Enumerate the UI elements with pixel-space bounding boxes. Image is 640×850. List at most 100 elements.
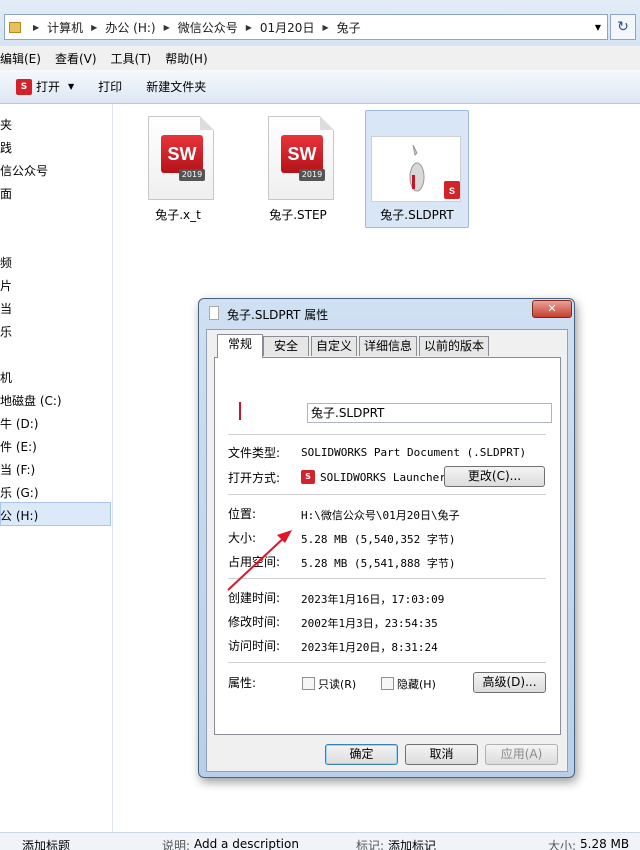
modified-label: 修改时间:: [228, 615, 281, 629]
solidworks-icon: S: [16, 78, 32, 95]
navigation-pane: 夹 践 信公众号 面 频 片 当 乐 机 地磁盘 (C:) 牛 (D:) 件 (…: [0, 104, 113, 832]
divider: [228, 434, 546, 435]
nav-item[interactable]: 频: [0, 254, 12, 271]
location-label: 位置:: [228, 507, 257, 521]
divider: [228, 494, 546, 495]
nav-item[interactable]: 当: [0, 300, 12, 317]
document-icon: SW 2019: [148, 116, 214, 200]
annotation-arrow-icon: [227, 530, 292, 591]
open-with-value: SOLIDWORKS Launcher: [320, 471, 446, 484]
breadcrumb-computer[interactable]: 计算机: [47, 19, 83, 36]
solidworks-logo: SW: [161, 135, 203, 173]
accessed-label: 访问时间:: [228, 639, 281, 653]
attributes-label: 属性:: [228, 676, 257, 690]
file-name: 兔子.SLDPRT: [380, 208, 454, 222]
nav-item[interactable]: 片: [0, 277, 12, 294]
breadcrumb-chevron-icon[interactable]: ▶: [91, 23, 97, 32]
nav-item-drive-c[interactable]: 地磁盘 (C:): [0, 392, 62, 409]
solidworks-icon: S: [301, 470, 315, 484]
readonly-checkbox[interactable]: [302, 677, 315, 690]
file-thumbnail-icon: [239, 402, 245, 420]
address-bar[interactable]: ▶ 计算机 ▶ 办公 (H:) ▶ 微信公众号 ▶ 01月20日 ▶ 兔子 ▼: [4, 14, 608, 40]
tab-custom[interactable]: 自定义: [311, 336, 357, 356]
breadcrumb-wechat[interactable]: 微信公众号: [178, 19, 238, 36]
document-icon: SW 2019: [268, 116, 334, 200]
close-button[interactable]: ✕: [532, 300, 572, 318]
nav-item[interactable]: 践: [0, 139, 12, 156]
version-badge: 2019: [179, 169, 205, 181]
type-value: SOLIDWORKS Part Document (.SLDPRT): [301, 446, 527, 459]
status-size-label: 大小:: [548, 839, 577, 850]
tab-previous-versions[interactable]: 以前的版本: [419, 336, 489, 356]
breadcrumb-chevron-icon[interactable]: ▶: [164, 23, 170, 32]
file-item-sldprt[interactable]: S 兔子.SLDPRT: [365, 110, 469, 228]
dropdown-arrow-icon[interactable]: ▼: [595, 23, 601, 32]
nav-item[interactable]: 机: [0, 369, 12, 386]
type-label: 文件类型:: [228, 446, 281, 460]
version-badge: 2019: [299, 169, 325, 181]
menu-help[interactable]: 帮助(H): [158, 50, 214, 67]
filename-field[interactable]: 兔子.SLDPRT: [307, 403, 552, 423]
file-item-step[interactable]: SW 2019 兔子.STEP: [246, 110, 350, 228]
nav-item-drive-g[interactable]: 乐 (G:): [0, 484, 39, 501]
nav-item-drive-d[interactable]: 牛 (D:): [0, 415, 38, 432]
svg-text:S: S: [449, 186, 455, 196]
print-button[interactable]: 打印: [98, 78, 122, 95]
apply-button[interactable]: 应用(A): [485, 744, 558, 765]
thumbnail: S: [371, 136, 461, 202]
readonly-label[interactable]: 只读(R): [318, 676, 356, 692]
folder-icon: [9, 21, 21, 33]
tab-general[interactable]: 常规: [217, 334, 263, 358]
created-value: 2023年1月16日，17:03:09: [301, 593, 445, 606]
tab-details[interactable]: 详细信息: [359, 336, 417, 356]
breadcrumb-drive[interactable]: 办公 (H:): [105, 19, 155, 36]
file-icon: [209, 306, 219, 320]
breadcrumb-chevron-icon[interactable]: ▶: [322, 23, 328, 32]
breadcrumb-rabbit[interactable]: 兔子: [337, 19, 361, 36]
status-desc-value[interactable]: Add a description: [194, 837, 299, 850]
file-name: 兔子.x_t: [155, 208, 201, 222]
divider: [228, 662, 546, 663]
refresh-button[interactable]: ↻: [610, 14, 636, 40]
hidden-label[interactable]: 隐藏(H): [397, 676, 436, 692]
tab-security[interactable]: 安全: [263, 336, 309, 356]
change-button[interactable]: 更改(C)...: [444, 466, 545, 487]
hidden-checkbox[interactable]: [381, 677, 394, 690]
ok-button[interactable]: 确定: [325, 744, 398, 765]
breadcrumb-chevron-icon[interactable]: ▶: [33, 23, 39, 32]
status-bar: 添加标题 说明: Add a description 标记: 添加标记 大小: …: [0, 832, 640, 850]
nav-item[interactable]: 信公众号: [0, 162, 48, 179]
menu-tools[interactable]: 工具(T): [104, 50, 159, 67]
open-with-label: 打开方式:: [228, 471, 281, 485]
toolbar: S 打开 ▼ 打印 新建文件夹: [0, 70, 640, 104]
location-value: H:\微信公众号\01月20日\兔子: [301, 509, 460, 522]
nav-item-drive-e[interactable]: 件 (E:): [0, 438, 37, 455]
rabbit-thumbnail-icon: S: [409, 144, 460, 199]
size-value: 5.28 MB (5,540,352 字节): [301, 533, 456, 546]
status-size-value: 5.28 MB: [580, 837, 630, 850]
file-item-xt[interactable]: SW 2019 兔子.x_t: [126, 110, 230, 228]
open-button[interactable]: S 打开 ▼: [16, 78, 74, 95]
nav-item-drive-f[interactable]: 当 (F:): [0, 461, 35, 478]
menu-bar: 编辑(E) 查看(V) 工具(T) 帮助(H): [0, 46, 640, 70]
nav-item[interactable]: 面: [0, 185, 12, 202]
open-label: 打开: [36, 80, 61, 94]
status-tag-value[interactable]: 添加标记: [388, 837, 436, 850]
nav-item[interactable]: 乐: [0, 323, 12, 340]
advanced-button[interactable]: 高级(D)...: [473, 672, 546, 693]
dialog-title: 兔子.SLDPRT 属性: [227, 308, 329, 322]
breadcrumb-date[interactable]: 01月20日: [260, 19, 315, 36]
breadcrumb-chevron-icon[interactable]: ▶: [246, 23, 252, 32]
new-folder-button[interactable]: 新建文件夹: [146, 78, 206, 95]
cancel-button[interactable]: 取消: [405, 744, 478, 765]
accessed-value: 2023年1月20日，8:31:24: [301, 641, 438, 654]
dropdown-arrow-icon: ▼: [68, 82, 75, 91]
nav-item-drive-h[interactable]: 公 (H:): [0, 507, 38, 524]
address-bar-area: ▶ 计算机 ▶ 办公 (H:) ▶ 微信公众号 ▶ 01月20日 ▶ 兔子 ▼ …: [0, 0, 640, 46]
modified-value: 2002年1月3日，23:54:35: [301, 617, 438, 630]
status-desc-label: 说明:: [162, 839, 191, 850]
menu-view[interactable]: 查看(V): [48, 50, 104, 67]
nav-item[interactable]: 夹: [0, 116, 12, 133]
status-title[interactable]: 添加标题: [22, 837, 70, 850]
menu-edit[interactable]: 编辑(E): [0, 50, 48, 67]
